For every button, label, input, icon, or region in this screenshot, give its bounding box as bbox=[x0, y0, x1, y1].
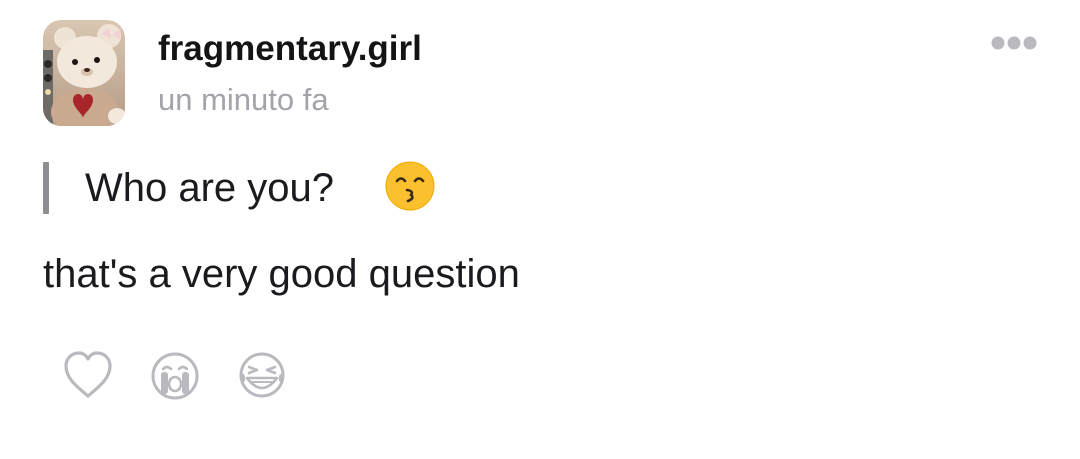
more-options-button[interactable] bbox=[988, 28, 1040, 58]
kissing-face-emoji-icon bbox=[385, 161, 435, 211]
laugh-reaction-button[interactable] bbox=[236, 348, 288, 402]
teddy-bear-avatar-image bbox=[43, 20, 125, 126]
quote-bar bbox=[43, 162, 49, 214]
post-timestamp: un minuto fa bbox=[158, 82, 329, 117]
post-card: fragmentary.girl un minuto fa Who are yo… bbox=[0, 0, 1080, 459]
ellipsis-icon bbox=[991, 36, 1037, 50]
cry-reaction-button[interactable] bbox=[149, 348, 201, 402]
quote-text: Who are you? bbox=[85, 166, 335, 210]
avatar[interactable] bbox=[43, 20, 125, 126]
heart-outline-icon bbox=[64, 351, 112, 398]
post-body-text: that's a very good question bbox=[43, 252, 520, 296]
like-reaction-button[interactable] bbox=[62, 348, 114, 402]
laughing-tears-face-icon bbox=[239, 352, 285, 398]
username[interactable]: fragmentary.girl bbox=[158, 28, 422, 70]
crying-face-icon bbox=[151, 352, 199, 400]
